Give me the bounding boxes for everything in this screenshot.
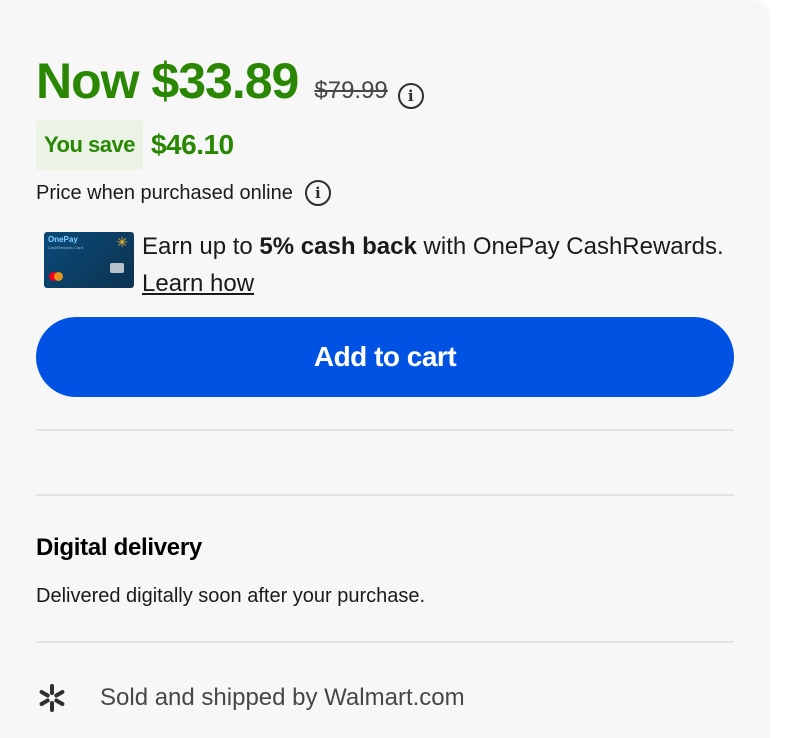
price-row: Now $33.89 $79.99 i	[36, 52, 424, 110]
cashback-text-bold: 5% cash back	[259, 233, 417, 260]
seller-text: Sold and shipped by Walmart.com	[100, 684, 465, 711]
current-price: Now $33.89	[36, 53, 299, 109]
you-save-badge: You save	[36, 120, 143, 170]
savings-amount: $46.10	[150, 129, 234, 160]
add-to-cart-button[interactable]: Add to cart	[36, 317, 734, 397]
delivery-title: Digital delivery	[36, 534, 202, 561]
divider	[36, 494, 734, 496]
cashback-text-prefix: Earn up to	[142, 233, 260, 260]
cashback-text: Earn up to 5% cash back with OnePay Cash…	[142, 228, 724, 302]
divider	[36, 641, 734, 643]
card-spark-icon: ✳	[116, 234, 128, 250]
onepay-card-image: OnePay CashRewards Card ✳	[44, 232, 134, 288]
seller-row: Sold and shipped by Walmart.com	[36, 682, 465, 714]
online-price-note: Price when purchased online i	[36, 180, 331, 206]
card-chip-icon	[110, 263, 124, 273]
card-sub-text: CashRewards Card	[48, 245, 83, 250]
card-brand-text: OnePay	[48, 235, 78, 244]
savings-row: You save $46.10	[36, 120, 234, 170]
divider	[36, 429, 734, 431]
delivery-description: Delivered digitally soon after your purc…	[36, 585, 426, 607]
online-price-info-icon[interactable]: i	[304, 180, 331, 206]
mastercard-logo-orange	[54, 272, 63, 281]
buy-box-panel: Now $33.89 $79.99 i You save $46.10 Pric…	[0, 0, 770, 738]
online-price-label: Price when purchased online	[36, 181, 293, 204]
original-price: $79.99	[314, 77, 388, 104]
price-info-icon[interactable]: i	[397, 83, 424, 109]
cashback-promo: OnePay CashRewards Card ✳ Earn up to 5% …	[44, 228, 724, 302]
walmart-spark-icon	[36, 682, 68, 714]
learn-how-link[interactable]: Learn how	[142, 270, 254, 297]
cashback-text-suffix: with OnePay CashRewards.	[416, 233, 724, 260]
